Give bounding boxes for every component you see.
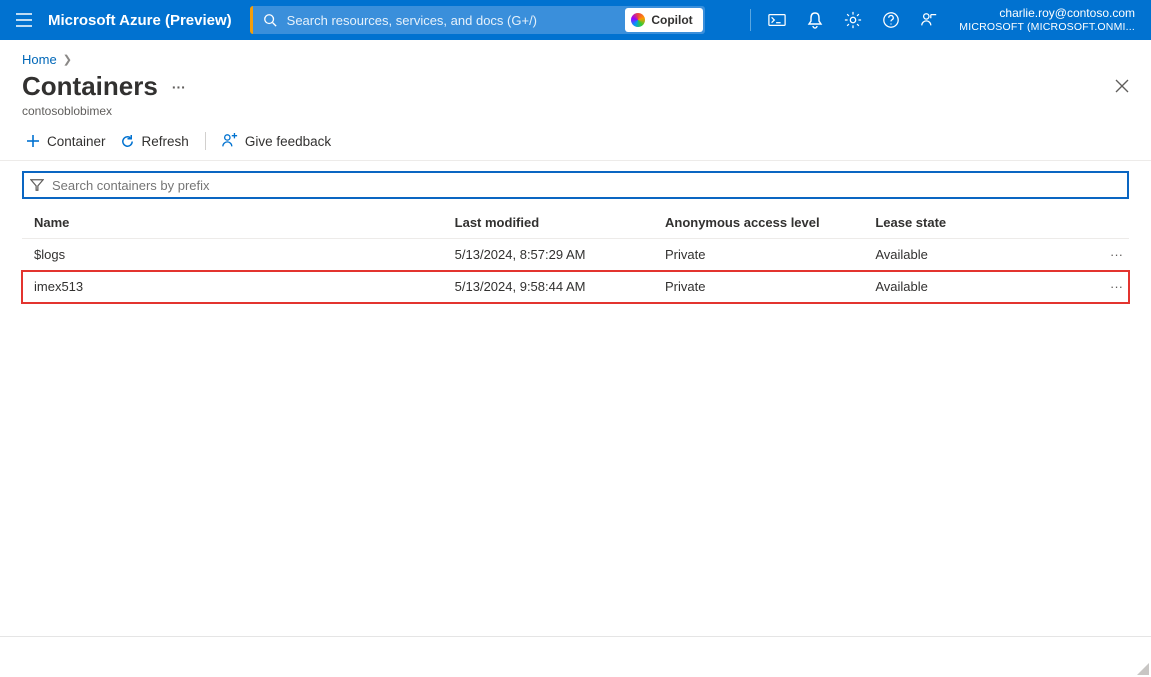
toolbar-divider — [0, 160, 1151, 161]
page-subtitle: contosoblobimex — [22, 104, 1115, 118]
toolbar-separator — [205, 132, 206, 150]
settings-icon[interactable] — [835, 0, 871, 40]
topbar: Microsoft Azure (Preview) Copilot — [0, 0, 1151, 40]
col-lease[interactable]: Lease state — [863, 207, 1073, 239]
copilot-icon — [631, 13, 645, 27]
row-actions-icon[interactable]: ··· — [1074, 239, 1129, 271]
col-mod[interactable]: Last modified — [443, 207, 653, 239]
global-search[interactable]: Copilot — [250, 6, 705, 34]
global-search-input[interactable] — [285, 12, 626, 29]
feedback-button[interactable]: Give feedback — [222, 133, 331, 149]
brand-title[interactable]: Microsoft Azure (Preview) — [48, 12, 250, 29]
filter-icon — [30, 178, 44, 192]
cell-last-modified: 5/13/2024, 8:57:29 AM — [443, 239, 653, 271]
notifications-icon[interactable] — [797, 0, 833, 40]
breadcrumb-home[interactable]: Home — [22, 52, 57, 67]
table-row[interactable]: $logs5/13/2024, 8:57:29 AMPrivateAvailab… — [22, 239, 1129, 271]
cell-name[interactable]: $logs — [22, 239, 443, 271]
account-org: MICROSOFT (MICROSOFT.ONMI... — [959, 21, 1135, 33]
topbar-icons — [744, 0, 947, 40]
page-title: Containers — [22, 71, 158, 102]
cloud-shell-icon[interactable] — [759, 0, 795, 40]
close-blade-button[interactable] — [1115, 79, 1129, 96]
filter-input[interactable] — [50, 177, 1121, 194]
cell-last-modified: 5/13/2024, 9:58:44 AM — [443, 271, 653, 303]
bottom-pane[interactable] — [0, 636, 1151, 677]
row-actions-icon[interactable]: ··· — [1074, 271, 1129, 303]
command-bar: Container Refresh Give feedback — [0, 118, 1151, 160]
containers-table: Name Last modified Anonymous access leve… — [22, 207, 1129, 303]
account-email: charlie.roy@contoso.com — [959, 7, 1135, 21]
breadcrumb: Home ❯ — [0, 40, 1151, 71]
table-header-row: Name Last modified Anonymous access leve… — [22, 207, 1129, 239]
feedback-label: Give feedback — [245, 134, 331, 149]
feedback-top-icon[interactable] — [911, 0, 947, 40]
page-more-icon[interactable]: ··· — [172, 79, 186, 95]
page-header: Containers ··· contosoblobimex — [0, 71, 1151, 118]
refresh-label: Refresh — [142, 134, 189, 149]
search-icon — [263, 13, 277, 27]
table-row[interactable]: imex5135/13/2024, 9:58:44 AMPrivateAvail… — [22, 271, 1129, 303]
cell-lease: Available — [863, 271, 1073, 303]
copilot-label: Copilot — [651, 13, 692, 27]
copilot-button[interactable]: Copilot — [625, 8, 702, 32]
cell-access: Private — [653, 239, 863, 271]
new-container-label: Container — [47, 134, 106, 149]
cell-access: Private — [653, 271, 863, 303]
filter-box[interactable] — [22, 171, 1129, 199]
cell-lease: Available — [863, 239, 1073, 271]
account-block[interactable]: charlie.roy@contoso.com MICROSOFT (MICRO… — [947, 7, 1145, 33]
new-container-button[interactable]: Container — [26, 134, 106, 149]
cell-name[interactable]: imex513 — [22, 271, 443, 303]
chevron-right-icon: ❯ — [63, 53, 72, 66]
col-name[interactable]: Name — [22, 207, 443, 239]
refresh-button[interactable]: Refresh — [120, 134, 189, 149]
hamburger-icon[interactable] — [0, 0, 48, 40]
col-access[interactable]: Anonymous access level — [653, 207, 863, 239]
help-icon[interactable] — [873, 0, 909, 40]
